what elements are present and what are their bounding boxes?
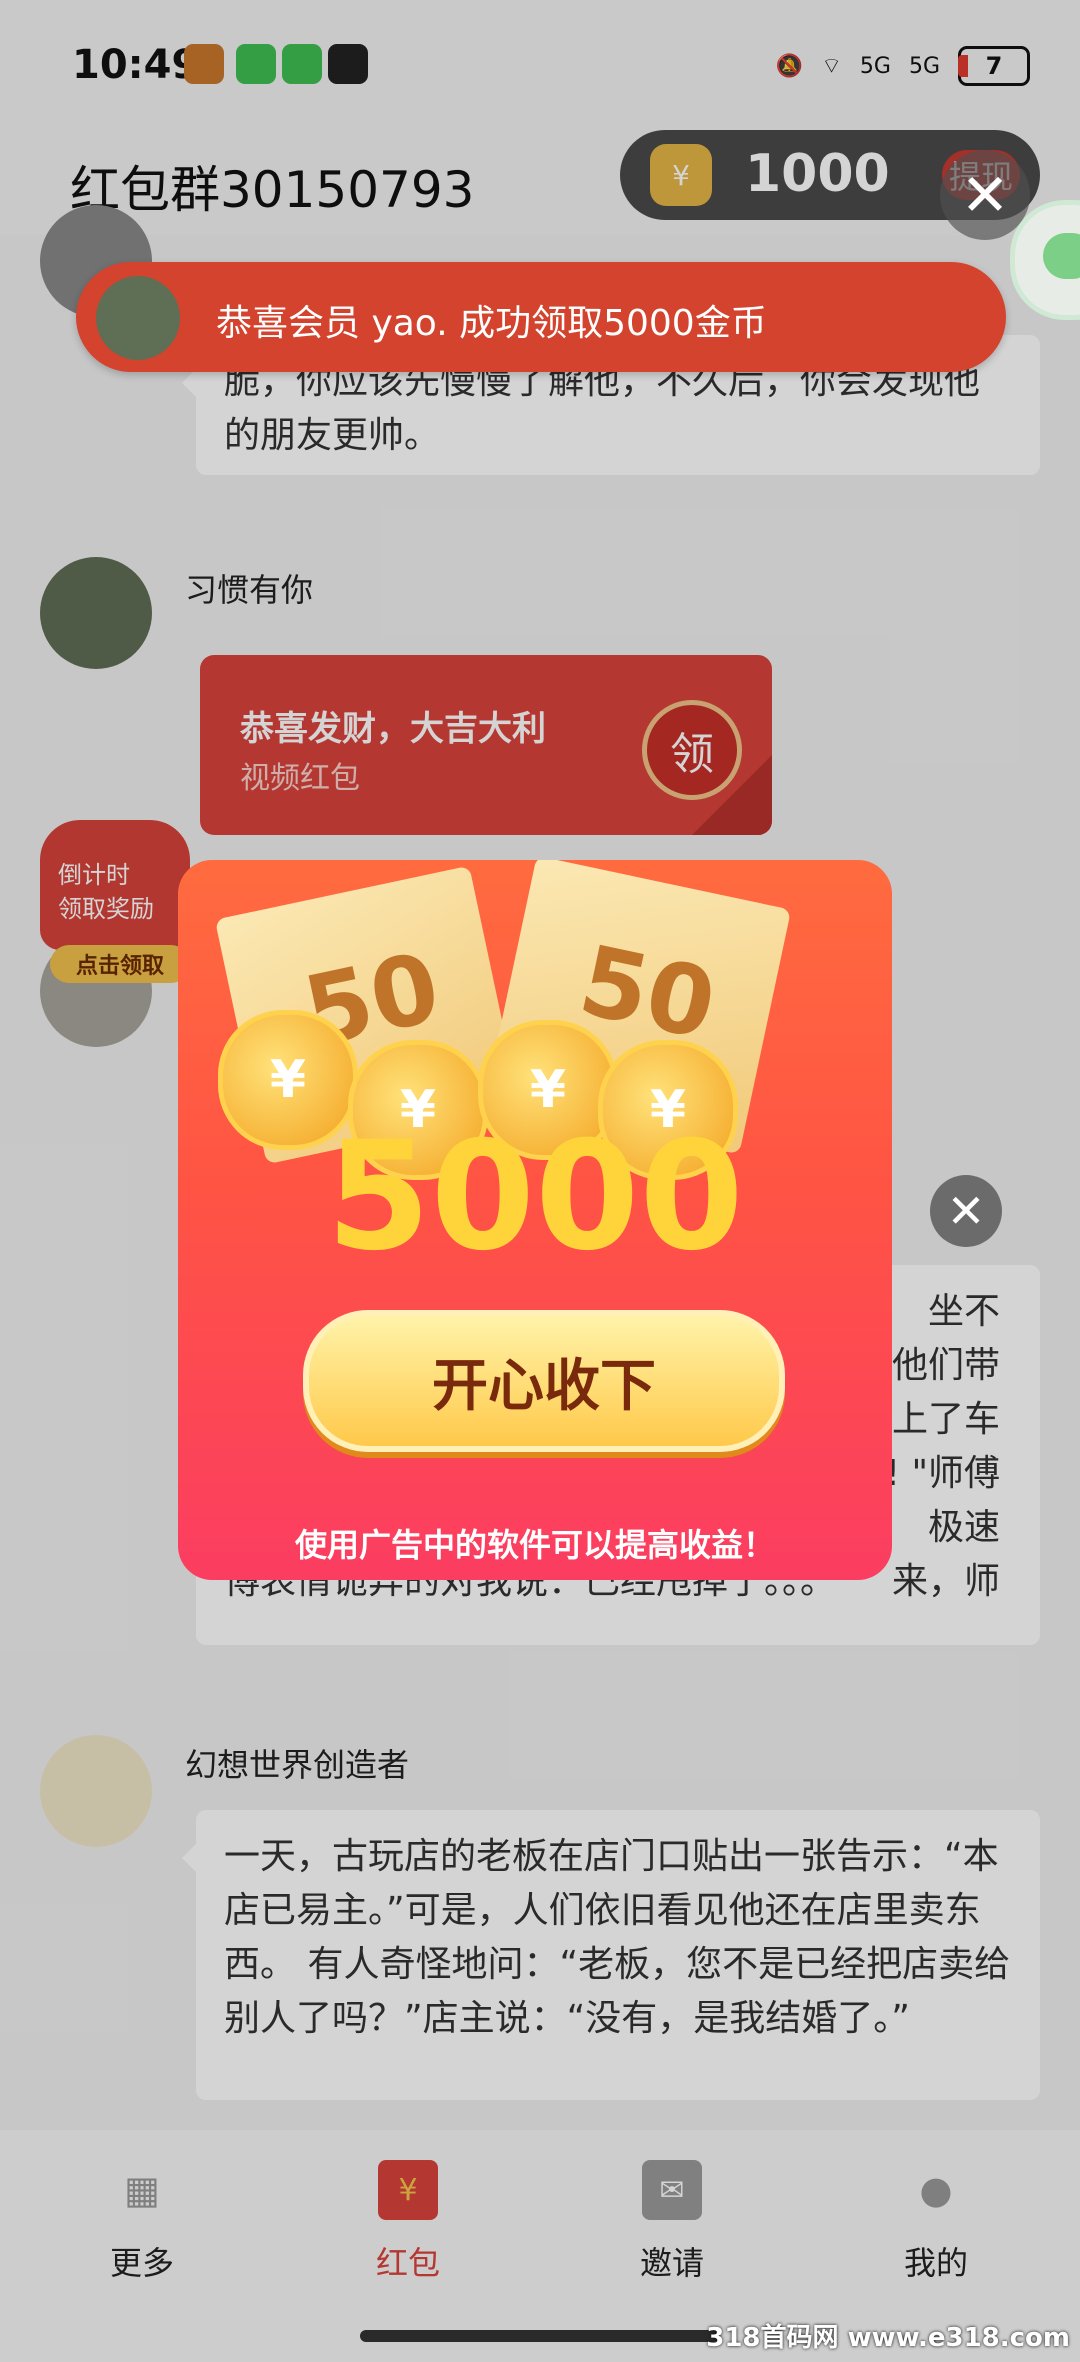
red-packet-popup: 50 50 ¥ ¥ ¥ ¥ 5000 开心收下 使用广告中的软件可以提高收益！ <box>178 860 892 1580</box>
reward-amount: 5000 <box>326 1110 744 1284</box>
notification-toast: 恭喜会员 yao. 成功领取5000金币 <box>76 262 1006 372</box>
toast-avatar <box>96 276 180 360</box>
close-popup-icon[interactable]: ✕ <box>930 1175 1002 1247</box>
watermark: 318首码网 www.e318.com <box>706 2323 1070 2353</box>
popup-note: 使用广告中的软件可以提高收益！ <box>294 1526 775 1564</box>
toast-text: 恭喜会员 yao. 成功领取5000金币 <box>216 303 767 344</box>
collect-button[interactable]: 开心收下 <box>303 1310 785 1452</box>
